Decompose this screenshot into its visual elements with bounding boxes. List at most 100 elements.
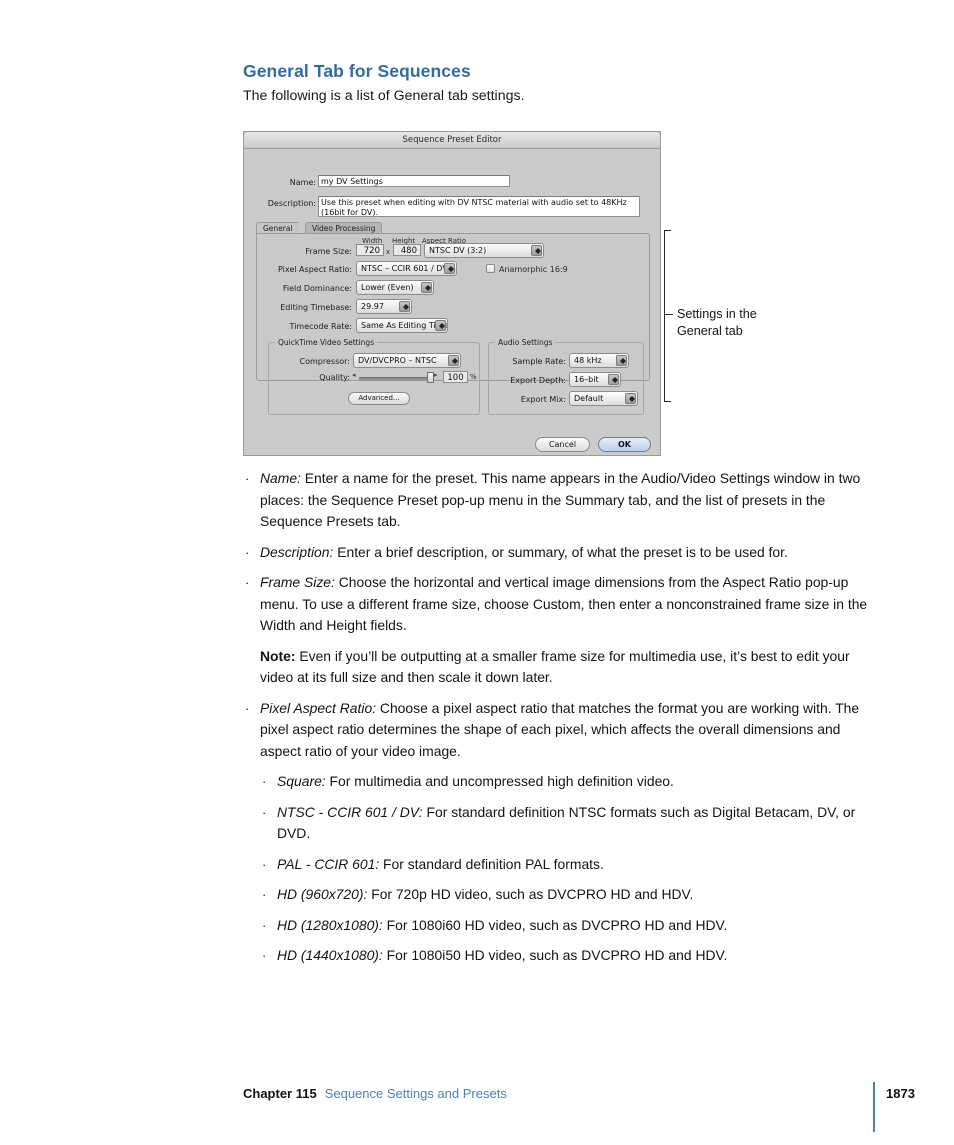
bullet-icon: · — [262, 948, 267, 963]
chevron-updown-icon — [616, 355, 627, 366]
note-text: Even if you’ll be outputting at a smalle… — [260, 647, 850, 686]
aspect-ratio-value: NTSC DV (3:2) — [429, 246, 487, 255]
callout-line-1: Settings in the — [677, 307, 757, 321]
slider-left-cap-icon: ◂ — [352, 371, 356, 379]
anamorphic-checkbox[interactable] — [486, 264, 495, 273]
bullet-icon: · — [262, 804, 267, 820]
list-item-text: For 720p HD video, such as DVCPRO HD and… — [367, 886, 694, 902]
export-mix-popup[interactable]: Default — [569, 391, 638, 406]
intro-paragraph: The following is a list of General tab s… — [243, 88, 525, 104]
editing-timebase-label: Editing Timebase: — [280, 303, 352, 312]
list-item-text: For multimedia and uncompressed high def… — [325, 773, 674, 789]
compressor-value: DV/DVCPRO – NTSC — [358, 356, 437, 365]
bullet-icon: · — [262, 917, 267, 933]
audio-settings-title: Audio Settings — [495, 338, 556, 347]
list-item-text: Choose the horizontal and vertical image… — [260, 574, 868, 633]
list-item-text: Enter a name for the preset. This name a… — [260, 470, 861, 529]
chevron-updown-icon — [625, 393, 636, 404]
dialog-body: Name: my DV Settings Description: Use th… — [244, 149, 660, 455]
dialog-titlebar: Sequence Preset Editor — [244, 132, 660, 149]
pixel-aspect-ratio-label: Pixel Aspect Ratio: — [278, 265, 352, 274]
export-depth-popup[interactable]: 16–bit — [569, 372, 621, 387]
list-item: · Description: Enter a brief description… — [243, 542, 876, 564]
footer-divider — [873, 1082, 875, 1132]
sample-rate-popup[interactable]: 48 kHz — [569, 353, 629, 368]
list-item-term: Frame Size: — [260, 574, 335, 590]
note-paragraph: Note: Even if you’ll be outputting at a … — [243, 646, 876, 689]
advanced-button[interactable]: Advanced... — [348, 392, 410, 405]
footer-chapter-number: Chapter 115 — [243, 1086, 317, 1101]
list-item: · HD (960x720): For 720p HD video, such … — [243, 884, 876, 906]
timecode-rate-label: Timecode Rate: — [289, 322, 352, 331]
frame-height-input[interactable]: 480 — [393, 244, 421, 256]
list-item-term: NTSC - CCIR 601 / DV: — [277, 803, 423, 820]
list-item: · Square: For multimedia and uncompresse… — [243, 771, 876, 793]
aspect-ratio-popup[interactable]: NTSC DV (3:2) — [424, 243, 544, 258]
field-dominance-value: Lower (Even) — [361, 283, 414, 292]
cancel-button[interactable]: Cancel — [535, 437, 590, 452]
editing-timebase-value: 29.97 — [361, 302, 384, 311]
chevron-updown-icon — [448, 355, 459, 366]
quality-value-input[interactable]: 100 — [443, 371, 468, 383]
list-item-text: For 1080i50 HD video, such as DVCPRO HD … — [382, 947, 728, 963]
timecode-rate-popup[interactable]: Same As Editing Timebase — [356, 318, 448, 333]
bullet-icon: · — [262, 887, 267, 902]
bullet-icon: · — [245, 700, 250, 716]
export-depth-label: Export Depth: — [510, 376, 566, 385]
settings-description-list: · Name: Enter a name for the preset. Thi… — [243, 468, 876, 976]
export-mix-value: Default — [574, 394, 604, 403]
footer-chapter-title: Sequence Settings and Presets — [324, 1086, 507, 1101]
quality-slider-track[interactable] — [359, 377, 429, 380]
list-item: · NTSC - CCIR 601 / DV: For standard def… — [243, 802, 876, 845]
chevron-updown-icon — [608, 374, 619, 385]
list-item: · Frame Size: Choose the horizontal and … — [243, 572, 876, 637]
list-item: · HD (1280x1080): For 1080i60 HD video, … — [243, 915, 876, 937]
chevron-updown-icon — [435, 320, 446, 331]
footer: Chapter 115 Sequence Settings and Presets — [243, 1086, 507, 1101]
callout-bracket — [664, 230, 671, 402]
bullet-icon: · — [245, 575, 250, 590]
document-page: General Tab for Sequences The following … — [0, 0, 954, 1145]
description-input[interactable]: Use this preset when editing with DV NTS… — [318, 196, 640, 217]
callout-tick — [664, 314, 673, 316]
dialog-title: Sequence Preset Editor — [402, 135, 502, 145]
page-number: 1873 — [886, 1086, 915, 1101]
anamorphic-label: Anamorphic 16:9 — [499, 265, 568, 274]
frame-width-input[interactable]: 720 — [356, 244, 384, 256]
callout-label: Settings in the General tab — [677, 306, 787, 340]
ok-button[interactable]: OK — [598, 437, 651, 452]
list-item-text: For 1080i60 HD video, such as DVCPRO HD … — [382, 916, 728, 933]
quality-label: Quality: — [319, 373, 350, 382]
list-item-term: PAL - CCIR 601: — [277, 855, 380, 872]
slider-right-cap-icon: ▸ — [434, 371, 438, 379]
list-item: · Name: Enter a name for the preset. Thi… — [243, 468, 876, 533]
quality-slider-thumb[interactable] — [427, 372, 434, 383]
name-input[interactable]: my DV Settings — [318, 175, 510, 187]
bullet-icon: · — [262, 774, 267, 789]
quality-percent-symbol: % — [470, 373, 477, 381]
list-item-term: Square: — [277, 773, 326, 789]
chevron-updown-icon — [444, 263, 455, 274]
bullet-icon: · — [245, 471, 250, 486]
description-label: Description: — [267, 199, 316, 208]
callout-line-2: General tab — [677, 324, 743, 338]
frame-size-multiply-symbol: x — [386, 248, 391, 256]
export-depth-value: 16–bit — [574, 375, 599, 384]
field-dominance-popup[interactable]: Lower (Even) — [356, 280, 434, 295]
compressor-popup[interactable]: DV/DVCPRO – NTSC — [353, 353, 461, 368]
note-label: Note: — [260, 647, 296, 664]
list-item: · Pixel Aspect Ratio: Choose a pixel asp… — [243, 698, 876, 763]
list-item-term: Pixel Aspect Ratio: — [260, 699, 377, 716]
list-item: · HD (1440x1080): For 1080i50 HD video, … — [243, 945, 876, 967]
list-item: · PAL - CCIR 601: For standard definitio… — [243, 854, 876, 876]
editing-timebase-popup[interactable]: 29.97 — [356, 299, 412, 314]
pixel-aspect-ratio-popup[interactable]: NTSC – CCIR 601 / DV (... — [356, 261, 457, 276]
pixel-aspect-ratio-value: NTSC – CCIR 601 / DV (... — [361, 264, 457, 273]
list-item-text: For standard definition PAL formats. — [379, 855, 604, 872]
chevron-updown-icon — [421, 282, 432, 293]
name-label: Name: — [289, 178, 316, 187]
page-title: General Tab for Sequences — [243, 61, 471, 81]
export-mix-label: Export Mix: — [520, 395, 566, 404]
chevron-updown-icon — [531, 245, 542, 256]
list-item-text: Enter a brief description, or summary, o… — [333, 543, 788, 560]
